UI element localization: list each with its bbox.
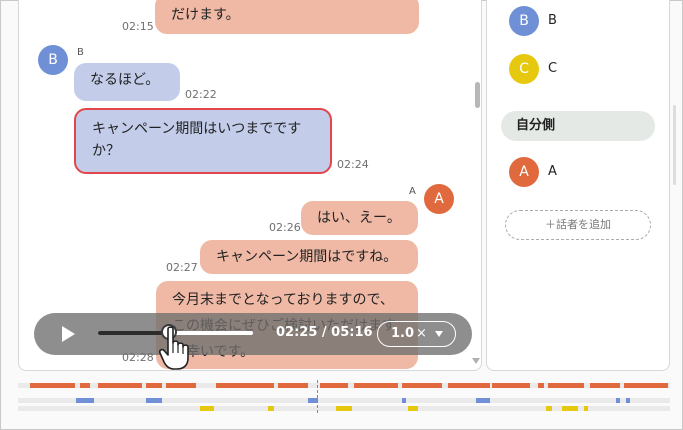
add-speaker-button[interactable]: ＋話者を追加 [505,210,651,240]
message-bubble[interactable]: なるほど。 [74,63,180,101]
timeline-row-c[interactable] [18,406,670,411]
speaker-label: B [77,47,84,58]
speaker-label: A [409,186,416,197]
message-time: 02:26 [269,221,301,234]
avatar-c: C [509,54,539,84]
caret-down-icon [435,331,443,337]
playback-time: 02:25 / 05:16 [276,325,373,340]
own-side-section: 自分側 [501,111,655,141]
speed-unit: × [416,326,427,341]
timeline-row-b[interactable] [18,398,670,403]
avatar-b: B [509,6,539,36]
speaker-panel: B B C C A A [486,0,670,371]
scroll-down-arrow-icon[interactable] [472,358,480,364]
speaker-name-b[interactable]: B [548,13,557,28]
message-bubble[interactable]: だけます。 [155,0,419,34]
speaker-name-a[interactable]: A [548,164,557,179]
message-time: 02:27 [166,261,198,274]
play-icon[interactable] [62,326,75,342]
hand-cursor-icon [159,326,189,370]
speed-value: 1.0 [391,326,415,341]
avatar-b: B [38,45,68,75]
message-bubble[interactable]: キャンペーン期間はですね。 [200,240,418,274]
speed-select[interactable]: 1.0 × [377,321,456,347]
timeline-playhead [317,380,318,413]
chat-scrollbar[interactable] [475,82,480,108]
panel-scrollbar[interactable] [673,105,676,185]
message-bubble[interactable]: はい、えー。 [301,201,418,235]
message-bubble-selected[interactable]: キャンペーン期間はいつまでですか？ [74,108,332,174]
speaker-name-c[interactable]: C [548,61,557,76]
avatar-a: A [424,184,454,214]
message-time: 02:15 [122,20,154,33]
message-time: 02:22 [185,88,217,101]
message-time: 02:24 [337,158,369,171]
timeline-row-a[interactable] [18,383,670,388]
avatar-a: A [509,157,539,187]
